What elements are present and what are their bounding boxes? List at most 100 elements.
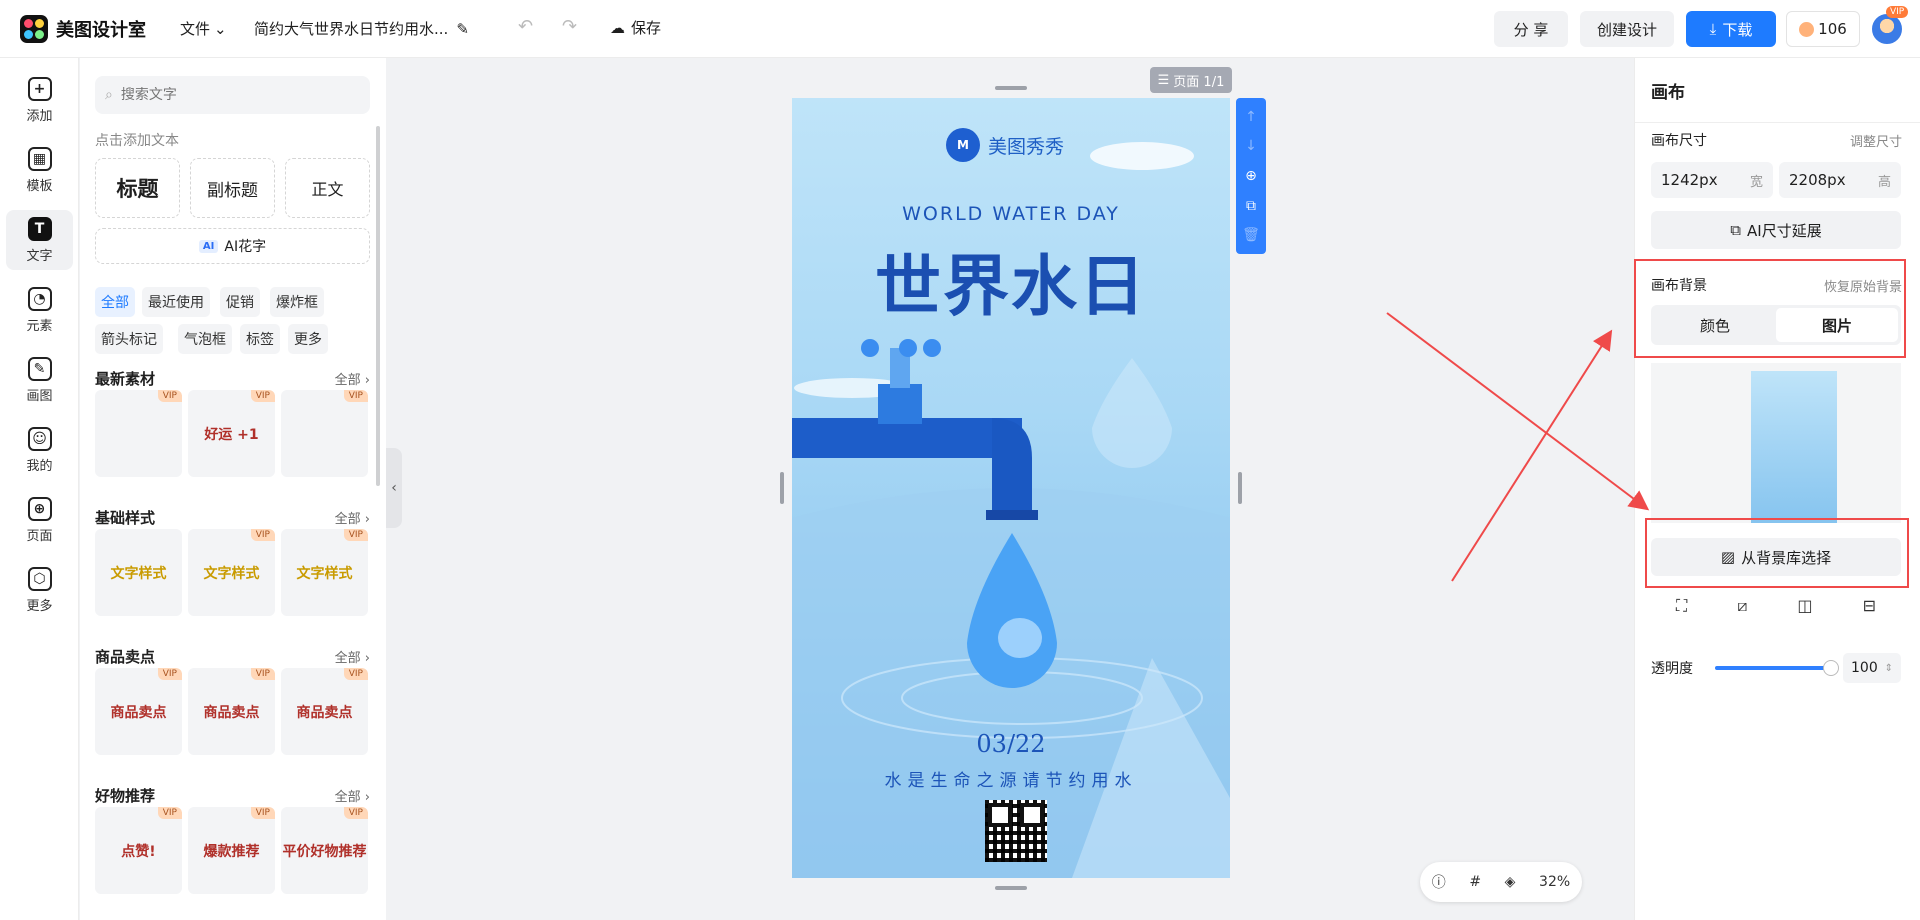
width-field[interactable]: 1242px 宽: [1651, 162, 1773, 198]
section-all-label: 全部: [334, 790, 361, 805]
nav-item-5[interactable]: ☺ 我的: [6, 420, 73, 480]
help-icon[interactable]: ⓘ: [1432, 872, 1446, 892]
asset-tile[interactable]: 爆款推荐 VIP: [188, 807, 275, 894]
ai-text-button[interactable]: AI AI花字: [95, 228, 370, 264]
search-box[interactable]: ⌕: [95, 76, 370, 114]
add-page-icon[interactable]: ⊕: [1245, 168, 1257, 184]
asset-tile[interactable]: 商品卖点 VIP: [95, 668, 182, 755]
flip-vertical-icon[interactable]: ⊟: [1863, 596, 1876, 616]
height-field[interactable]: 2208px 高: [1779, 162, 1901, 198]
nav-item-4[interactable]: ✎ 画图: [6, 350, 73, 410]
stepper-icon[interactable]: ⇕: [1885, 663, 1893, 674]
app-name: 美图设计室: [56, 20, 146, 41]
filter-chip-5[interactable]: 气泡框: [178, 324, 232, 354]
asset-tile-text: 文字样式: [110, 565, 167, 582]
filter-chip-0[interactable]: 全部: [95, 287, 135, 317]
asset-tile[interactable]: VIP: [95, 390, 182, 477]
document-title[interactable]: 简约大气世界水日节约用水... ✎: [254, 18, 469, 39]
asset-tile[interactable]: 点赞! VIP: [95, 807, 182, 894]
adjust-size-link[interactable]: 调整尺寸: [1850, 131, 1902, 150]
design-headline-en[interactable]: WORLD WATER DAY: [792, 203, 1230, 225]
resize-handle-right[interactable]: [1238, 472, 1242, 504]
asset-tile[interactable]: 平价好物推荐 VIP: [281, 807, 368, 894]
grid-icon[interactable]: #: [1469, 874, 1481, 890]
asset-tile[interactable]: 商品卖点 VIP: [188, 668, 275, 755]
panel-scrollbar[interactable]: [376, 126, 380, 486]
nav-item-2[interactable]: T 文字: [6, 210, 73, 270]
undo-icon[interactable]: ↶: [518, 16, 533, 37]
app-logo[interactable]: 美图设计室: [20, 15, 146, 43]
filter-chip-7[interactable]: 更多: [288, 324, 328, 354]
filter-chip-3[interactable]: 爆炸框: [270, 287, 324, 317]
edit-icon[interactable]: ✎: [456, 20, 469, 38]
crop-icon[interactable]: ⛶: [1676, 596, 1687, 616]
file-menu-label: 文件: [180, 20, 211, 38]
qr-code[interactable]: [985, 800, 1047, 862]
section-all-link[interactable]: 全部 ›: [335, 508, 370, 527]
vip-tag: VIP: [343, 668, 368, 680]
asset-tile-text: 平价好物推荐: [282, 843, 367, 860]
share-button[interactable]: 分 享: [1494, 11, 1568, 47]
asset-tile-text: 商品卖点: [296, 704, 353, 721]
duplicate-page-icon[interactable]: ⧉: [1246, 198, 1256, 214]
design-canvas[interactable]: M 美图秀秀 WORLD WATER DAY 世界水日 03/22 水是生命之源…: [792, 98, 1230, 878]
section-all-label: 全部: [334, 373, 361, 388]
opacity-input[interactable]: 100 ⇕: [1843, 653, 1901, 683]
filter-chip-6[interactable]: 标签: [240, 324, 280, 354]
chevron-right-icon: ›: [364, 651, 370, 666]
zoom-level[interactable]: 32%: [1539, 874, 1570, 890]
section-title: 最新素材: [95, 370, 156, 388]
asset-tile[interactable]: 文字样式 VIP: [188, 529, 275, 616]
add-title-button[interactable]: 标题: [95, 158, 180, 218]
coins-button[interactable]: 106: [1786, 11, 1860, 47]
create-design-button[interactable]: 创建设计: [1580, 11, 1674, 47]
search-input[interactable]: [120, 87, 341, 103]
resize-handle-left[interactable]: [780, 472, 784, 504]
opacity-slider-knob[interactable]: [1823, 660, 1839, 676]
resize-handle-bottom[interactable]: [995, 886, 1027, 890]
expand-icon: ⧉: [1730, 221, 1742, 239]
add-subtitle-button[interactable]: 副标题: [190, 158, 275, 218]
flip-horizontal-icon[interactable]: ◫: [1797, 596, 1812, 616]
delete-page-icon[interactable]: 🗑: [1242, 227, 1260, 243]
ai-size-expand-button[interactable]: ⧉ AI尺寸延展: [1651, 211, 1901, 249]
nav-item-7[interactable]: ⬡ 更多: [6, 560, 73, 620]
bg-preview-thumbnail[interactable]: [1751, 371, 1837, 523]
section-all-link[interactable]: 全部 ›: [335, 369, 370, 388]
move-up-icon[interactable]: ↑: [1245, 109, 1257, 125]
layers-icon[interactable]: ◈: [1505, 874, 1516, 890]
ai-size-expand-label: AI尺寸延展: [1747, 221, 1822, 240]
design-brand[interactable]: M 美图秀秀: [946, 128, 1064, 162]
vip-badge: VIP: [1886, 6, 1909, 18]
collapse-panel-button[interactable]: ‹: [386, 448, 402, 528]
save-button[interactable]: ☁ 保存: [610, 17, 661, 38]
asset-tile[interactable]: 好运 +1 VIP: [188, 390, 275, 477]
design-headline-cn[interactable]: 世界水日: [792, 233, 1230, 329]
asset-tile[interactable]: VIP: [281, 390, 368, 477]
redo-icon[interactable]: ↷: [562, 16, 577, 37]
asset-tile[interactable]: 文字样式: [95, 529, 182, 616]
add-body-button[interactable]: 正文: [285, 158, 370, 218]
asset-tile[interactable]: 文字样式 VIP: [281, 529, 368, 616]
asset-tile[interactable]: 商品卖点 VIP: [281, 668, 368, 755]
design-slogan[interactable]: 水是生命之源请节约用水: [792, 766, 1230, 791]
filter-chip-4[interactable]: 箭头标记: [95, 324, 163, 354]
design-date[interactable]: 03/22: [792, 730, 1230, 758]
filter-chip-1[interactable]: 最近使用: [142, 287, 210, 317]
nav-item-1[interactable]: ▦ 模板: [6, 140, 73, 200]
section-all-link[interactable]: 全部 ›: [335, 647, 370, 666]
nav-item-3[interactable]: ◔ 元素: [6, 280, 73, 340]
opacity-slider[interactable]: [1715, 666, 1827, 670]
page-indicator[interactable]: ☰ 页面 1/1: [1150, 67, 1232, 93]
replace-image-icon[interactable]: ⧄: [1737, 596, 1747, 616]
ai-tag: AI: [198, 239, 219, 253]
move-down-icon[interactable]: ↓: [1245, 138, 1257, 154]
section-all-link[interactable]: 全部 ›: [335, 786, 370, 805]
download-button[interactable]: ⤓ 下载: [1686, 11, 1776, 47]
filter-chip-2[interactable]: 促销: [220, 287, 260, 317]
resize-handle-top[interactable]: [995, 86, 1027, 90]
click-add-label: 点击添加文本: [95, 133, 179, 149]
nav-item-0[interactable]: + 添加: [6, 70, 73, 130]
file-menu[interactable]: 文件 ⌄: [180, 18, 227, 39]
nav-item-6[interactable]: ⊕ 页面: [6, 490, 73, 550]
